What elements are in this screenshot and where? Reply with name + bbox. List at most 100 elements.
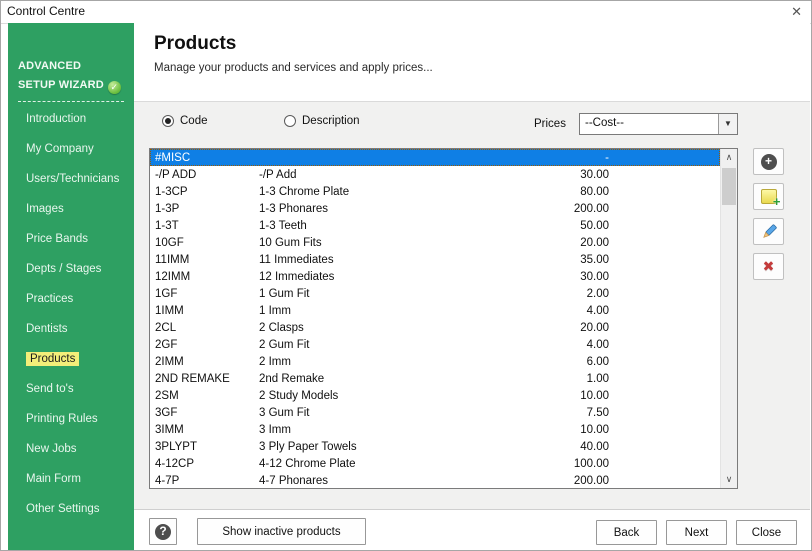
product-description: 1 Gum Fit xyxy=(259,287,310,300)
sidebar-item-images[interactable]: Images xyxy=(8,194,134,224)
product-list: #MISC - -/P ADD -/P Add 30.00 1-3CP 1-3 … xyxy=(149,148,738,489)
scrollbar-thumb[interactable] xyxy=(722,168,736,205)
product-row[interactable]: 1-3T 1-3 Teeth 50.00 xyxy=(150,217,720,234)
back-button[interactable]: Back xyxy=(596,520,657,545)
product-code: 4-7P xyxy=(155,474,180,487)
close-icon[interactable]: ✕ xyxy=(791,3,802,21)
sidebar-item-price-bands[interactable]: Price Bands xyxy=(8,224,134,254)
sidebar-item-new-jobs[interactable]: New Jobs xyxy=(8,434,134,464)
code-radio[interactable]: Code xyxy=(162,115,208,127)
product-row[interactable]: 1-3P 1-3 Phonares 200.00 xyxy=(150,200,720,217)
product-row[interactable]: 3IMM 3 Imm 10.00 xyxy=(150,421,720,438)
product-description: -/P Add xyxy=(259,168,297,181)
product-row[interactable]: 4-12CP 4-12 Chrome Plate 100.00 xyxy=(150,455,720,472)
code-radio-label: Code xyxy=(180,115,208,127)
product-code: 1-3T xyxy=(155,219,179,232)
page-header: Products Manage your products and servic… xyxy=(134,23,810,101)
product-row[interactable]: 12IMM 12 Immediates 30.00 xyxy=(150,268,720,285)
product-row[interactable]: 2CL 2 Clasps 20.00 xyxy=(150,319,720,336)
sidebar-item-label: Introduction xyxy=(26,113,87,125)
sidebar-item-introduction[interactable]: Introduction xyxy=(8,104,134,134)
sidebar-item-dentists[interactable]: Dentists xyxy=(8,314,134,344)
window-title: Control Centre xyxy=(7,4,86,18)
product-description: 3 Ply Paper Towels xyxy=(259,440,357,453)
chevron-down-icon[interactable]: ▼ xyxy=(718,114,737,134)
control-centre-window: Control Centre ✕ ADVANCED SETUP WIZARD ✓ … xyxy=(0,0,812,551)
product-row[interactable]: 3PLYPT 3 Ply Paper Towels 40.00 xyxy=(150,438,720,455)
product-price: 80.00 xyxy=(580,185,609,198)
product-row[interactable]: 2GF 2 Gum Fit 4.00 xyxy=(150,336,720,353)
product-row[interactable]: 11IMM 11 Immediates 35.00 xyxy=(150,251,720,268)
product-row[interactable]: 2SM 2 Study Models 10.00 xyxy=(150,387,720,404)
sidebar-item-main-form[interactable]: Main Form xyxy=(8,464,134,494)
product-row[interactable]: 3GF 3 Gum Fit 7.50 xyxy=(150,404,720,421)
product-code: 2CL xyxy=(155,321,177,334)
product-row[interactable]: 2IMM 2 Imm 6.00 xyxy=(150,353,720,370)
radio-dot-icon xyxy=(162,115,174,127)
scroll-up-icon[interactable]: ∧ xyxy=(721,149,737,166)
help-button[interactable]: ? xyxy=(149,518,177,545)
product-row[interactable]: 1-3CP 1-3 Chrome Plate 80.00 xyxy=(150,183,720,200)
page-title: Products xyxy=(154,33,237,54)
sidebar-item-practices[interactable]: Practices xyxy=(8,284,134,314)
close-button[interactable]: Close xyxy=(736,520,797,545)
sidebar-item-label: Images xyxy=(26,203,64,215)
description-radio[interactable]: Description xyxy=(284,115,360,127)
sidebar-item-label: Dentists xyxy=(26,323,68,335)
product-price: 7.50 xyxy=(586,406,609,419)
add-product-button[interactable]: + xyxy=(753,148,784,175)
sidebar-item-label: Users/Technicians xyxy=(26,173,120,185)
product-row[interactable]: 4-7P 4-7 Phonares 200.00 xyxy=(150,472,720,488)
product-row[interactable]: 2ND REMAKE 2nd Remake 1.00 xyxy=(150,370,720,387)
product-description: 2 Gum Fit xyxy=(259,338,310,351)
duplicate-product-button[interactable]: + xyxy=(753,183,784,210)
sidebar-item-label: Depts / Stages xyxy=(26,263,102,275)
sidebar-item-send-tos[interactable]: Send to's xyxy=(8,374,134,404)
product-code: #MISC xyxy=(155,151,191,164)
product-price: 10.00 xyxy=(580,389,609,402)
sidebar-item-my-company[interactable]: My Company xyxy=(8,134,134,164)
sidebar: ADVANCED SETUP WIZARD ✓ Introduction My C… xyxy=(8,23,134,550)
product-price: 20.00 xyxy=(580,321,609,334)
product-row[interactable]: #MISC - xyxy=(150,149,720,166)
product-price: 20.00 xyxy=(580,236,609,249)
product-code: 4-12CP xyxy=(155,457,194,470)
product-price: 30.00 xyxy=(580,270,609,283)
delete-product-button[interactable]: ✖ xyxy=(753,253,784,280)
product-code: 2GF xyxy=(155,338,178,351)
sidebar-item-printing-rules[interactable]: Printing Rules xyxy=(8,404,134,434)
product-row[interactable]: -/P ADD -/P Add 30.00 xyxy=(150,166,720,183)
sidebar-item-label: Price Bands xyxy=(26,233,89,245)
sidebar-separator xyxy=(18,101,124,102)
sidebar-item-depts-stages[interactable]: Depts / Stages xyxy=(8,254,134,284)
product-code: 1IMM xyxy=(155,304,184,317)
sidebar-item-label: My Company xyxy=(26,143,94,155)
sidebar-item-other-settings[interactable]: Other Settings xyxy=(8,494,134,524)
next-button[interactable]: Next xyxy=(666,520,727,545)
product-description: 1-3 Phonares xyxy=(259,202,329,215)
product-price: 30.00 xyxy=(580,168,609,181)
page-subtitle: Manage your products and services and ap… xyxy=(154,62,433,74)
product-row[interactable]: 1IMM 1 Imm 4.00 xyxy=(150,302,720,319)
scroll-down-icon[interactable]: ∨ xyxy=(721,471,737,488)
product-description: 1-3 Chrome Plate xyxy=(259,185,350,198)
product-code: 11IMM xyxy=(155,253,190,266)
question-icon: ? xyxy=(155,523,171,540)
edit-product-button[interactable] xyxy=(753,218,784,245)
sidebar-item-label: Products xyxy=(26,352,80,366)
product-row[interactable]: 1GF 1 Gum Fit 2.00 xyxy=(150,285,720,302)
sidebar-item-label: Other Settings xyxy=(26,503,100,515)
product-row[interactable]: 10GF 10 Gum Fits 20.00 xyxy=(150,234,720,251)
vertical-scrollbar[interactable]: ∧ ∨ xyxy=(720,149,737,488)
prices-label: Prices xyxy=(534,118,566,130)
radio-dot-icon xyxy=(284,115,296,127)
sidebar-item-products[interactable]: Products xyxy=(8,344,134,374)
product-code: 3PLYPT xyxy=(155,440,197,453)
show-inactive-products-button[interactable]: Show inactive products xyxy=(197,518,366,545)
sidebar-item-users-technicians[interactable]: Users/Technicians xyxy=(8,164,134,194)
prices-dropdown-value: --Cost-- xyxy=(585,117,624,129)
sidebar-item-label: Send to's xyxy=(26,383,74,395)
note-add-icon: + xyxy=(760,189,781,209)
prices-dropdown[interactable]: --Cost-- ▼ xyxy=(579,113,738,135)
product-description: 10 Gum Fits xyxy=(259,236,322,249)
